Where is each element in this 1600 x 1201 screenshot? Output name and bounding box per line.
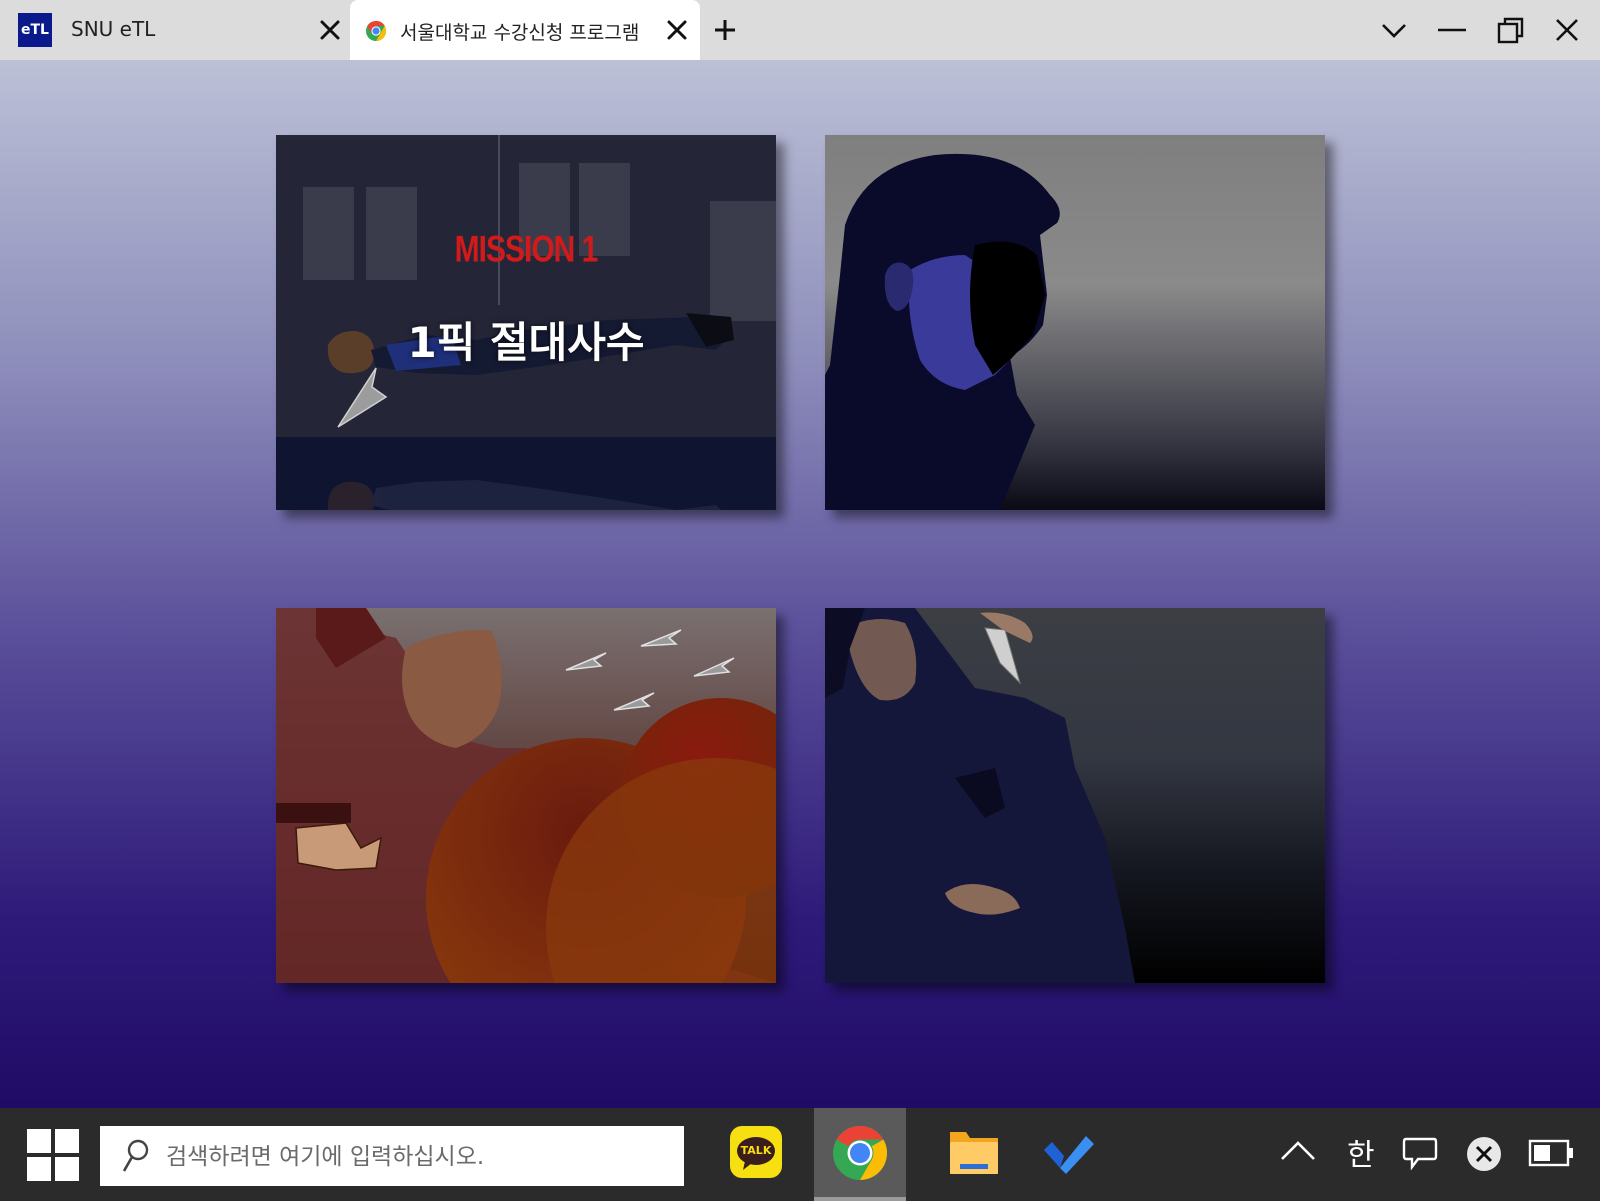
speech-bubble-icon[interactable] (1402, 1136, 1438, 1170)
chrome-app[interactable] (832, 1125, 888, 1181)
kakaotalk-label: TALK (740, 1144, 772, 1157)
chrome-active-indicator (814, 1197, 906, 1201)
chrome-icon (833, 1126, 888, 1180)
close-circle-icon[interactable] (1466, 1136, 1502, 1172)
folder-icon (950, 1132, 998, 1174)
restore-icon[interactable] (1497, 16, 1525, 44)
search-icon (122, 1139, 149, 1172)
browser-tab-bar: eTL SNU eTL 서울대학교 수강신청 프로그램 (0, 0, 1600, 60)
mission-label: MISSION 1 (454, 228, 599, 270)
page-content: MISSION 1 1픽 절대사수 (0, 60, 1600, 1108)
new-tab-plus-icon[interactable] (713, 18, 737, 42)
mission-title: 1픽 절대사수 (407, 318, 645, 367)
windows-start-icon[interactable] (27, 1129, 79, 1181)
tab-course-registration[interactable]: 서울대학교 수강신청 프로그램 (350, 0, 700, 60)
chrome-icon (366, 21, 386, 41)
todo-checkmark-icon (1044, 1136, 1094, 1174)
todo-app[interactable] (1042, 1130, 1094, 1174)
close-icon[interactable] (319, 19, 341, 41)
battery-icon[interactable] (1528, 1138, 1574, 1168)
taskbar: TALK 한 (0, 1108, 1600, 1201)
tab-label: 서울대학교 수강신청 프로그램 (400, 22, 640, 44)
comic-panel-arrows (276, 608, 776, 983)
kakaotalk-app[interactable]: TALK (730, 1126, 782, 1178)
comic-panel-silhouette (825, 135, 1325, 510)
taskbar-search-box[interactable] (100, 1126, 684, 1188)
chevron-down-icon[interactable] (1380, 16, 1408, 44)
minimize-icon[interactable] (1438, 16, 1466, 44)
tab-snu-etl[interactable]: eTL SNU eTL (0, 0, 346, 60)
etl-logo-text: eTL (21, 22, 49, 38)
etl-logo-icon: eTL (18, 13, 52, 47)
close-icon[interactable] (666, 19, 688, 41)
file-explorer-app[interactable] (948, 1128, 1000, 1176)
silhouette-scene-illustration (825, 153, 1060, 510)
ime-language-indicator[interactable]: 한 (1347, 1130, 1375, 1174)
arrows-scene-illustration (276, 608, 776, 983)
comic-panel-mission: MISSION 1 1픽 절대사수 (276, 135, 776, 510)
close-window-icon[interactable] (1553, 16, 1581, 44)
hooded-scene-illustration (825, 608, 1135, 983)
comic-panel-hooded (825, 608, 1325, 983)
search-input[interactable] (164, 1126, 668, 1188)
tab-label: SNU eTL (71, 17, 156, 41)
chevron-up-icon[interactable] (1280, 1141, 1316, 1161)
